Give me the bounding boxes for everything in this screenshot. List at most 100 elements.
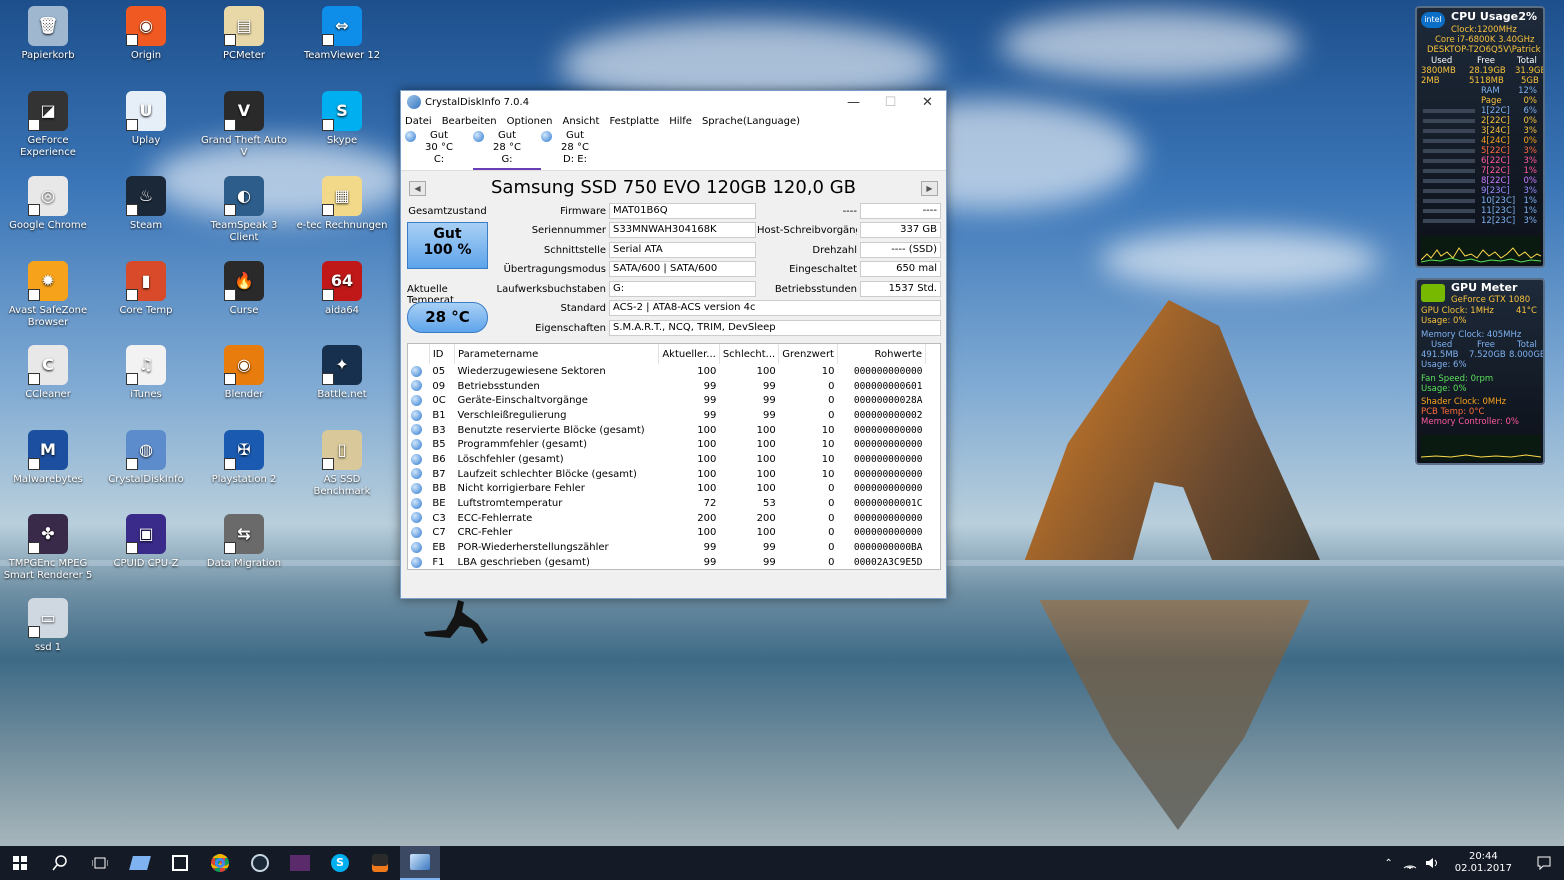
column-header[interactable]: Parametername: [454, 344, 660, 364]
table-row[interactable]: C3 ECC-Fehlerrate 200 200 0 000000000000: [408, 511, 926, 526]
desktop-icon[interactable]: U Uplay: [98, 91, 194, 147]
table-row[interactable]: C7 CRC-Fehler 100 100 0 000000000000: [408, 526, 926, 541]
temperature-badge[interactable]: 28 °C: [407, 302, 488, 333]
task-view-button[interactable]: [80, 846, 120, 880]
menu-item[interactable]: Datei: [405, 116, 432, 127]
table-row[interactable]: B3 Benutzte reservierte Blöcke (gesamt) 10…: [408, 423, 926, 438]
health-status-badge[interactable]: Gut 100 %: [407, 222, 488, 269]
menu-item[interactable]: Bearbeiten: [442, 116, 497, 127]
chevron-up-icon[interactable]: ⌃: [1384, 858, 1392, 869]
table-row[interactable]: 0C Geräte-Einschaltvorgänge 99 99 0 000000000…: [408, 393, 926, 408]
core-usage: 3%: [1523, 216, 1538, 226]
desktop-icon[interactable]: 🔥 Curse: [196, 261, 292, 317]
menu-item[interactable]: Ansicht: [563, 116, 600, 127]
desktop-icon[interactable]: 64 aida64: [294, 261, 390, 317]
desktop-icon[interactable]: V Grand Theft Auto V: [196, 91, 292, 159]
desktop-icon[interactable]: ⇆ Data Migration: [196, 514, 292, 570]
desktop-icon[interactable]: ▮ Core Temp: [98, 261, 194, 317]
attr-name: ECC-Fehlerrate: [457, 512, 533, 524]
desktop-icon[interactable]: ◉ Blender: [196, 345, 292, 401]
desktop-icon[interactable]: ◎ Google Chrome: [0, 176, 96, 232]
desktop-icon[interactable]: ◐ TeamSpeak 3 Client: [196, 176, 292, 244]
taskbar-skype[interactable]: S: [320, 846, 360, 880]
taskbar-crystaldiskinfo[interactable]: [400, 846, 440, 880]
desktop-icon[interactable]: ✦ Battle.net: [294, 345, 390, 401]
drive-tab-de[interactable]: Gut 28 °C D: E:: [541, 129, 609, 170]
gpu-meter-gadget[interactable]: GPU Meter GeForce GTX 1080 GPU Clock: 1M…: [1415, 278, 1545, 465]
core-usage: 0%: [1523, 176, 1538, 186]
attr-current: 99: [703, 409, 717, 421]
desktop-icon[interactable]: ⇔ TeamViewer 12: [294, 6, 390, 62]
table-row[interactable]: B7 Laufzeit schlechter Blöcke (gesamt) 100…: [408, 467, 926, 482]
core-bar: [1423, 189, 1475, 193]
start-button[interactable]: [0, 846, 40, 880]
menu-item[interactable]: Festplatte: [609, 116, 659, 127]
app-icon: ⇆: [224, 514, 264, 554]
table-row[interactable]: BE Luftstromtemperatur 72 53 0 00000000001C: [408, 496, 926, 511]
desktop-icon[interactable]: ▭ ssd 1: [0, 598, 96, 654]
table-row[interactable]: F1 LBA geschrieben (gesamt) 99 99 0 00002A3C9…: [408, 555, 926, 569]
taskbar-curse[interactable]: [360, 846, 400, 880]
desktop-icon[interactable]: ▦ e-tec Rechnungen: [294, 176, 390, 232]
desktop-icon[interactable]: S Skype: [294, 91, 390, 147]
column-header[interactable]: Rohwerte: [837, 344, 927, 364]
desktop-icon-label: Blender: [224, 389, 264, 400]
minimize-button[interactable]: —: [835, 91, 872, 113]
column-header[interactable]: Aktueller...: [658, 344, 720, 364]
desktop-icon[interactable]: M Malwarebytes: [0, 430, 96, 486]
maximize-button[interactable]: ☐: [872, 91, 909, 113]
attr-name: Luftstromtemperatur: [457, 498, 563, 510]
title-bar[interactable]: CrystalDiskInfo 7.0.4 — ☐ ✕: [401, 91, 946, 113]
desktop-icon[interactable]: C CCleaner: [0, 345, 96, 401]
desktop-icon[interactable]: ✹ Avast SafeZone Browser: [0, 261, 96, 329]
taskbar-pcmeter[interactable]: [120, 846, 160, 880]
action-center-button[interactable]: [1524, 846, 1564, 880]
table-row[interactable]: 05 Wiederzugewiesene Sektoren 100 100 10 0000…: [408, 364, 926, 379]
desktop-icon[interactable]: ◉ Origin: [98, 6, 194, 62]
desktop-icon[interactable]: 🗑 Papierkorb: [0, 6, 96, 62]
taskbar-store[interactable]: [160, 846, 200, 880]
page-total: 5GB: [1521, 76, 1539, 86]
desktop-icon[interactable]: ♫ iTunes: [98, 345, 194, 401]
attr-id: BB: [432, 483, 447, 495]
network-icon[interactable]: [1403, 857, 1417, 869]
drive-tab-g[interactable]: Gut 28 °C G:: [473, 129, 541, 170]
column-header[interactable]: ID: [429, 344, 456, 364]
gpu-fan: Fan Speed: 0rpm: [1421, 374, 1494, 384]
table-row[interactable]: B1 Verschleißregulierung 99 99 0 000000000002: [408, 408, 926, 423]
desktop-icon[interactable]: ▯ AS SSD Benchmark: [294, 430, 390, 498]
smart-attributes-table[interactable]: ID Parametername Aktueller... Schlecht... Gr…: [407, 343, 941, 570]
clock[interactable]: 20:44 02.01.2017: [1455, 851, 1512, 875]
desktop-icon[interactable]: ✤ TMPGEnc MPEG Smart Renderer 5: [0, 514, 96, 582]
column-header[interactable]: Schlecht...: [719, 344, 780, 364]
search-button[interactable]: [40, 846, 80, 880]
crystaldiskinfo-window[interactable]: CrystalDiskInfo 7.0.4 — ☐ ✕ Datei Bearbei…: [400, 90, 947, 599]
drive-tab-c[interactable]: Gut 30 °C C:: [405, 129, 473, 170]
close-button[interactable]: ✕: [909, 91, 946, 113]
desktop-icon[interactable]: ▤ PCMeter: [196, 6, 292, 62]
taskbar-chrome[interactable]: [200, 846, 240, 880]
table-row[interactable]: 09 Betriebsstunden 99 99 0 000000000601: [408, 379, 926, 394]
taskbar-steam[interactable]: [240, 846, 280, 880]
menu-item[interactable]: Sprache(Language): [702, 116, 800, 127]
previous-drive-button[interactable]: ◀: [409, 181, 426, 196]
desktop-icon[interactable]: ◍ CrystalDiskInfo: [98, 430, 194, 486]
table-row[interactable]: EB POR-Wiederherstellungszähler 99 99 0 00000…: [408, 540, 926, 555]
desktop-icon[interactable]: ◪ GeForce Experience: [0, 91, 96, 159]
firmware-value: MAT01B6Q: [609, 203, 756, 219]
attr-worst: 100: [756, 483, 776, 495]
desktop-icon[interactable]: ♨ Steam: [98, 176, 194, 232]
menu-item[interactable]: Hilfe: [669, 116, 692, 127]
table-row[interactable]: B5 Programmfehler (gesamt) 100 100 10 0000000…: [408, 437, 926, 452]
desktop-icon[interactable]: ▣ CPUID CPU-Z: [98, 514, 194, 570]
taskbar-tmpgenc[interactable]: [280, 846, 320, 880]
table-row[interactable]: B6 Löschfehler (gesamt) 100 100 10 0000000000…: [408, 452, 926, 467]
column-header[interactable]: [408, 344, 430, 364]
next-drive-button[interactable]: ▶: [921, 181, 938, 196]
menu-item[interactable]: Optionen: [507, 116, 553, 127]
column-header[interactable]: Grenzwert: [778, 344, 838, 364]
table-row[interactable]: BB Nicht korrigierbare Fehler 100 100 0 00000…: [408, 482, 926, 497]
desktop-icon[interactable]: ✠ Playstation 2: [196, 430, 292, 486]
cpu-usage-gadget[interactable]: intel CPU Usage 2% Clock:1200MHz Core i7…: [1415, 6, 1545, 268]
volume-icon[interactable]: [1425, 857, 1439, 869]
